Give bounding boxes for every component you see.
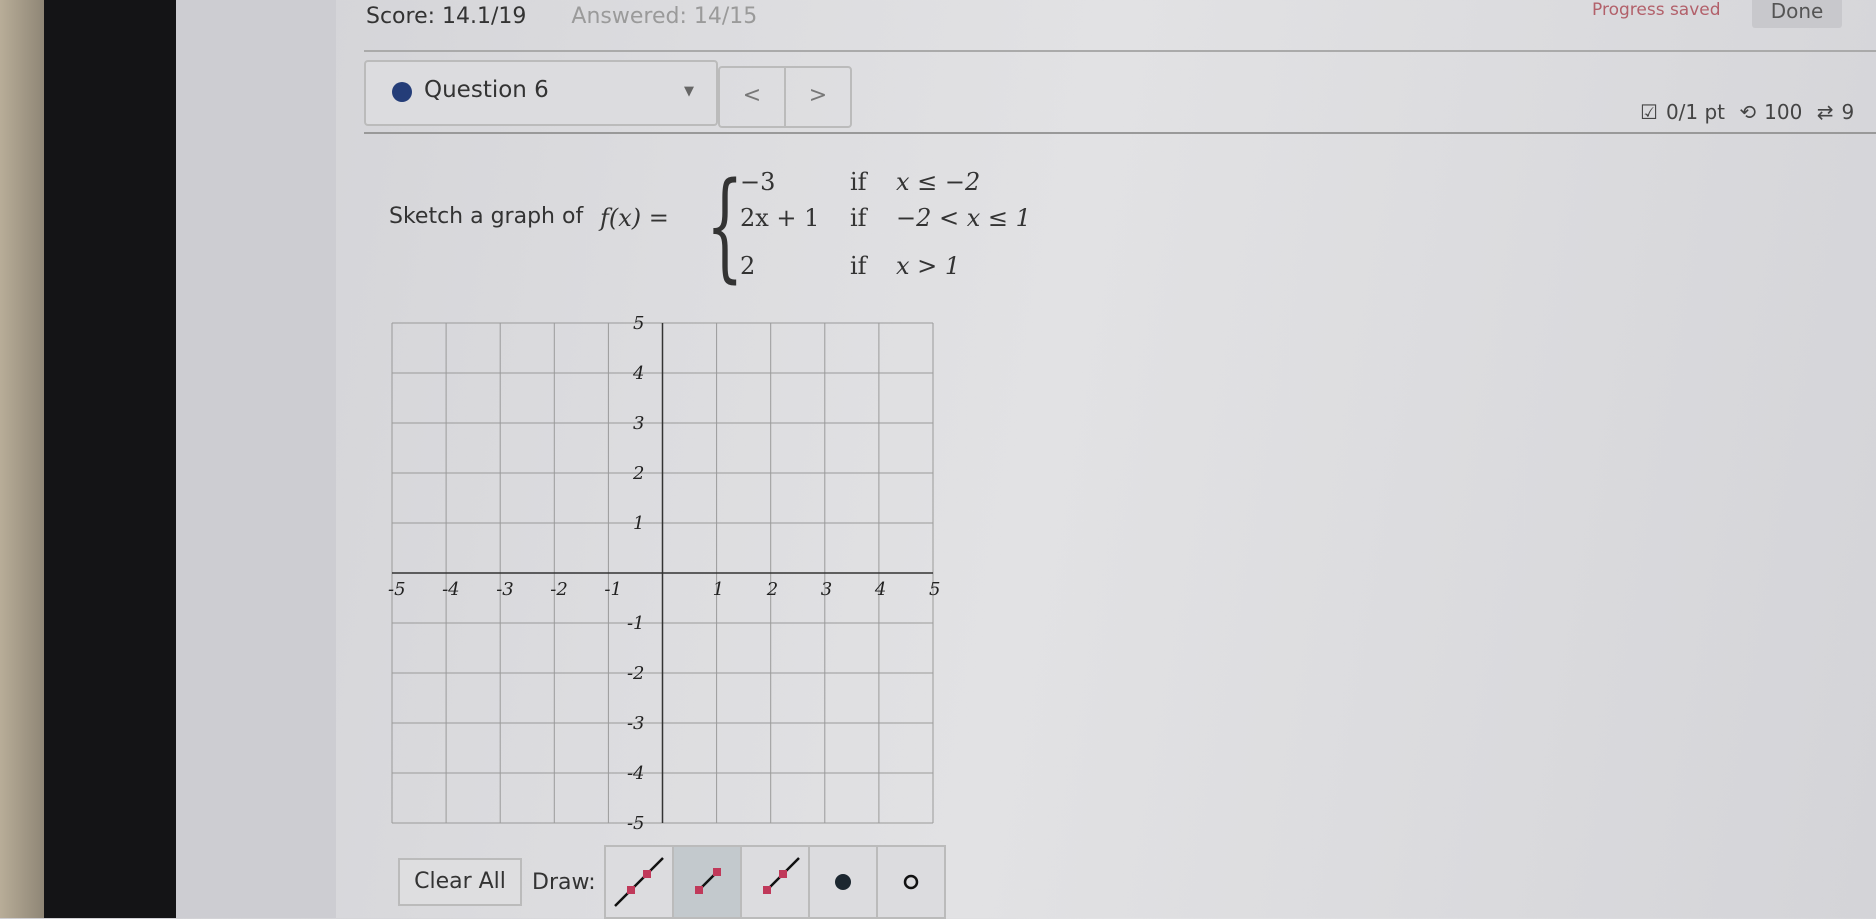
attempts-icon: ⇄ [1816, 100, 1834, 124]
score-bar: Score: 14.1/19 Answered: 14/15 [366, 4, 795, 29]
question-meta: ☑ 0/1 pt ⟲ 100 ⇄ 9 [1640, 100, 1862, 124]
monitor-bezel [44, 0, 176, 918]
segment-tool-button[interactable] [673, 847, 742, 917]
y-tick-label: 1 [633, 513, 644, 534]
y-tick-label: -2 [627, 663, 645, 684]
checkbox-icon: ☑ [1640, 100, 1658, 124]
brace: { [706, 156, 744, 294]
open-dot-tool-button[interactable] [877, 847, 944, 917]
divider [364, 50, 1876, 52]
question-selector[interactable]: Question 6 ▼ [364, 60, 718, 126]
ray-tool-button[interactable] [741, 847, 810, 917]
closed-dot-tool-button[interactable] [809, 847, 878, 917]
score-text: Score: 14.1/19 [366, 4, 527, 29]
piece-row: −3 if x ≤ −2 [740, 168, 981, 196]
question-nav: < > [718, 66, 852, 128]
piece-row: 2 if x > 1 [740, 252, 961, 280]
y-tick-label: -4 [627, 763, 645, 784]
y-tick-label: 5 [633, 313, 644, 334]
draw-toolbar: Clear All Draw: [398, 845, 946, 919]
prev-question-button[interactable]: < [720, 68, 786, 126]
points-text: 0/1 pt [1665, 100, 1726, 124]
line-icon [613, 857, 664, 907]
done-button[interactable]: Done [1752, 0, 1842, 28]
status-dot-icon [392, 82, 412, 102]
prompt-text: Sketch a graph of [389, 204, 584, 229]
closed-dot-icon [834, 874, 851, 890]
y-tick-label: 2 [632, 463, 644, 484]
divider [364, 132, 1876, 134]
x-tick-label: -5 [388, 579, 406, 600]
draw-label: Draw: [532, 869, 596, 895]
y-tick-label: -3 [627, 713, 645, 734]
x-tick-label: -4 [442, 579, 460, 600]
x-tick-label: -2 [550, 579, 568, 600]
next-question-button[interactable]: > [786, 68, 850, 126]
x-tick-label: -1 [604, 579, 622, 600]
function-lhs: f(x) = [600, 204, 669, 232]
piece-row: 2x + 1 if −2 < x ≤ 1 [740, 204, 1031, 232]
attempts-text: 9 [1841, 100, 1855, 124]
y-tick-label: 4 [632, 363, 644, 384]
y-tick-label: -5 [627, 813, 645, 834]
caret-down-icon: ▼ [684, 84, 694, 99]
draw-tools [603, 845, 946, 919]
graph-canvas[interactable]: -5 -4 -3 -2 -1 1 2 3 4 5 5 4 3 2 1 -1 -2 -3 -4 -5 [380, 305, 950, 835]
open-dot-icon [903, 874, 918, 890]
x-tick-label: 3 [821, 579, 832, 600]
x-tick-label: 2 [766, 579, 778, 600]
segment-icon [694, 868, 721, 894]
retries-text: 100 [1764, 100, 1803, 124]
progress-saved-text: Progress saved [1592, 0, 1721, 20]
y-tick-label: -1 [627, 613, 645, 634]
x-tick-label: 1 [713, 579, 724, 600]
y-tick-label: 3 [633, 413, 644, 434]
x-tick-label: -3 [496, 579, 514, 600]
x-tick-label: 4 [874, 579, 886, 600]
retry-icon: ⟲ [1739, 100, 1757, 124]
line-tool-button[interactable] [605, 847, 674, 917]
ray-icon [762, 857, 800, 894]
x-tick-label: 5 [929, 579, 940, 600]
clear-all-button[interactable]: Clear All [398, 858, 522, 906]
question-label: Question 6 [424, 77, 549, 103]
desk-background [0, 0, 44, 918]
answered-text: Answered: 14/15 [571, 4, 758, 29]
page-margin [176, 0, 336, 918]
